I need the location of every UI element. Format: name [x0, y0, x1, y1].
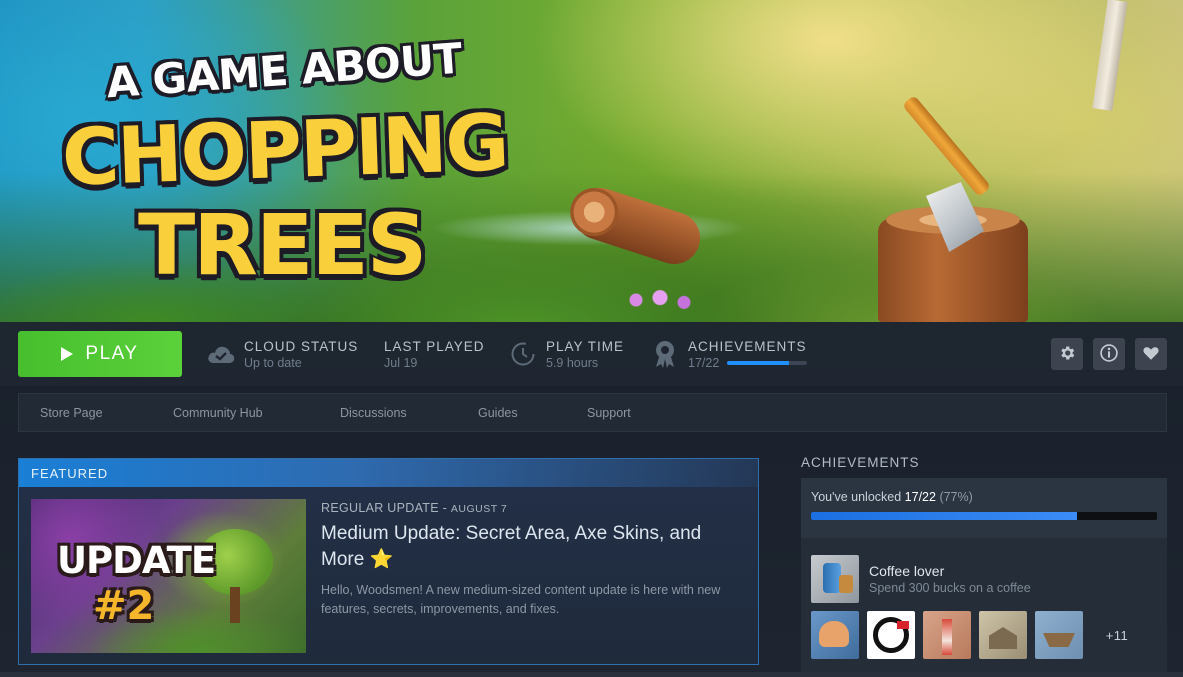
more-achievements-count[interactable]: +11	[1091, 611, 1143, 659]
achievements-count: 17/22	[688, 355, 720, 370]
thumb-title-line-2: #2	[93, 583, 155, 629]
news-thumbnail[interactable]: UPDATE #2	[31, 499, 306, 653]
game-logo: A GAME ABOUT CHOPPING TREES	[58, 33, 509, 306]
thumb-title-line-1: UPDATE	[57, 539, 216, 582]
play-time-value: 5.9 hours	[546, 355, 599, 370]
news-type: REGULAR UPDATE	[321, 501, 439, 515]
news-description: Hello, Woodsmen! A new medium-sized cont…	[321, 583, 721, 616]
achievements-label: ACHIEVEMENTS	[688, 338, 807, 354]
mug-shape	[839, 575, 853, 593]
game-library-page: A GAME ABOUT CHOPPING TREES PLAY CLOUD S…	[0, 0, 1183, 677]
info-icon	[1099, 343, 1119, 366]
house-shape	[989, 627, 1017, 649]
unlocked-prefix: You've unlocked	[811, 490, 905, 504]
settings-button[interactable]	[1051, 338, 1083, 370]
play-button-label: PLAY	[85, 343, 139, 364]
logo-line-2: CHOPPING	[60, 98, 509, 204]
emblem-achievement-icon[interactable]	[867, 611, 915, 659]
play-button[interactable]: PLAY	[18, 331, 182, 377]
achievements-progress-section: You've unlocked 17/22 (77%)	[801, 478, 1167, 538]
achievements-panel[interactable]: You've unlocked 17/22 (77%) Coffee lover…	[801, 478, 1167, 677]
flowers	[620, 288, 700, 312]
cabin-achievement-icon[interactable]	[979, 611, 1027, 659]
achievements-unlocked-text: You've unlocked 17/22 (77%)	[811, 490, 1157, 504]
news-date: AUGUST 7	[450, 503, 508, 515]
cloud-status-value: Up to date	[244, 355, 302, 370]
achievements-progress-fill	[727, 360, 789, 365]
achievements-panel-title: ACHIEVEMENTS	[801, 455, 920, 470]
cloud-status[interactable]: CLOUD STATUS Up to date	[206, 336, 358, 372]
featured-news-card[interactable]: FEATURED UPDATE #2 REGULAR UPDATE - AUGU…	[18, 458, 759, 665]
play-time: PLAY TIME 5.9 hours	[508, 336, 624, 372]
nav-community-hub[interactable]: Community Hub	[173, 406, 263, 420]
info-button[interactable]	[1093, 338, 1125, 370]
boat-achievement-icon[interactable]	[1035, 611, 1083, 659]
hero-banner: A GAME ABOUT CHOPPING TREES	[0, 0, 1183, 322]
play-icon	[61, 347, 74, 361]
last-played-label: LAST PLAYED	[384, 338, 485, 354]
award-icon	[650, 339, 680, 369]
news-category: REGULAR UPDATE - AUGUST 7	[321, 501, 721, 515]
cloud-status-label: CLOUD STATUS	[244, 338, 359, 354]
thumb-trunk	[230, 587, 240, 623]
news-title[interactable]: Medium Update: Secret Area, Axe Skins, a…	[321, 521, 721, 573]
achievements-panel-progress-fill	[811, 512, 1078, 520]
gear-icon	[1058, 344, 1076, 365]
last-played-value: Jul 19	[384, 355, 418, 370]
bottom-strip	[0, 672, 1183, 677]
boat-shape	[1043, 633, 1075, 647]
logo-line-3: TREES	[138, 196, 427, 294]
heart-icon	[1142, 344, 1160, 365]
news-separator: -	[438, 501, 451, 515]
lighthouse-achievement-icon[interactable]	[923, 611, 971, 659]
coffee-achievement-icon	[811, 555, 859, 603]
tower-shape	[942, 619, 952, 655]
recent-achievement[interactable]: Coffee lover Spend 300 bucks on a coffee	[811, 555, 1031, 603]
cloud-check-icon	[206, 339, 236, 369]
nav-discussions[interactable]: Discussions	[340, 406, 407, 420]
achievement-description: Spend 300 bucks on a coffee	[869, 581, 1031, 595]
clock-icon	[508, 339, 538, 369]
achievements-summary[interactable]: ACHIEVEMENTS 17/22	[650, 336, 808, 372]
last-played: LAST PLAYED Jul 19	[384, 336, 485, 372]
achievements-progress-bar	[727, 360, 808, 365]
achievements-panel-progress-bar	[811, 512, 1157, 520]
nav-guides[interactable]: Guides	[478, 406, 518, 420]
strong-arm-achievement-icon[interactable]	[811, 611, 859, 659]
nav-store-page[interactable]: Store Page	[40, 406, 103, 420]
arm-shape	[819, 621, 849, 647]
action-bar: PLAY CLOUD STATUS Up to date LAST PLAYED…	[0, 322, 1183, 386]
achievement-name: Coffee lover	[869, 563, 945, 579]
birch-tree	[1092, 0, 1128, 111]
favorite-button[interactable]	[1135, 338, 1167, 370]
unlocked-percent: (77%)	[939, 490, 973, 504]
flag-shape	[897, 621, 909, 629]
unlocked-count: 17/22	[904, 490, 936, 504]
play-time-label: PLAY TIME	[546, 338, 625, 354]
game-nav-bar: Store Page Community Hub Discussions Gui…	[18, 393, 1167, 432]
achievement-icons-row: +11	[811, 611, 1143, 659]
nav-support[interactable]: Support	[587, 406, 631, 420]
news-text: REGULAR UPDATE - AUGUST 7 Medium Update:…	[321, 501, 721, 619]
featured-header: FEATURED	[19, 459, 758, 487]
logo-line-1: A GAME ABOUT	[104, 33, 464, 108]
